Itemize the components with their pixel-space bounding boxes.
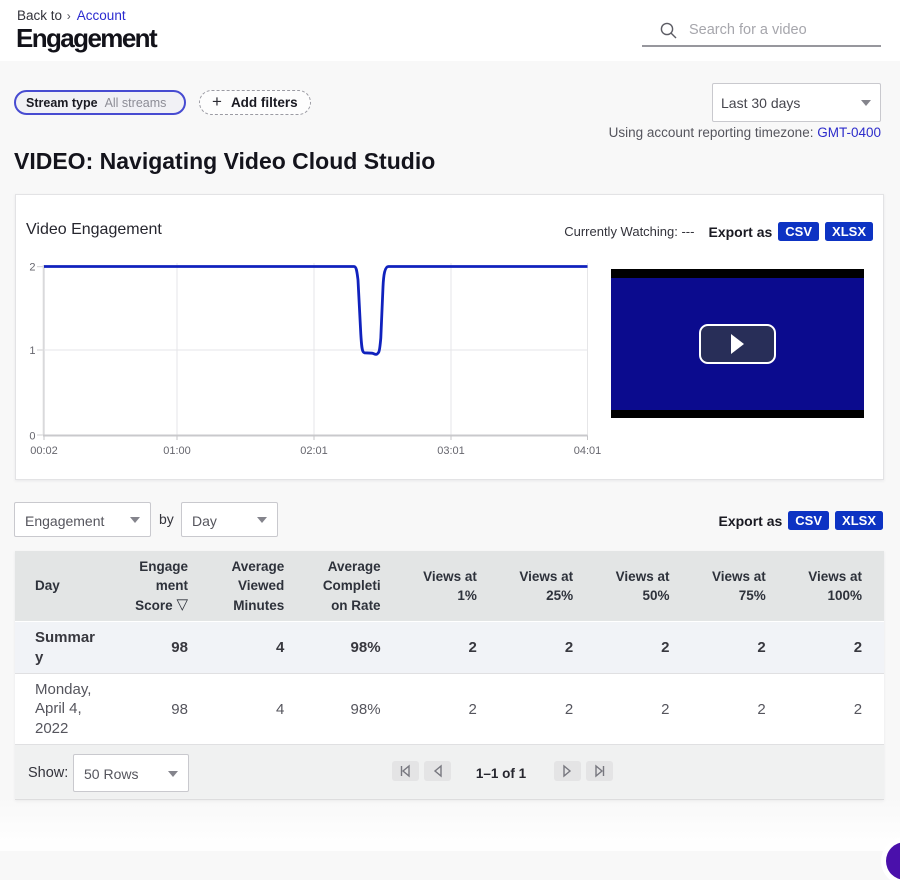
svg-text:1: 1 <box>29 345 35 357</box>
svg-text:02:01: 02:01 <box>300 445 328 457</box>
svg-text:04:01: 04:01 <box>574 445 602 457</box>
svg-text:0: 0 <box>29 431 35 443</box>
svg-text:01:00: 01:00 <box>163 445 191 457</box>
svg-text:03:01: 03:01 <box>437 445 465 457</box>
svg-text:00:02: 00:02 <box>30 445 58 457</box>
svg-text:2: 2 <box>29 262 35 274</box>
